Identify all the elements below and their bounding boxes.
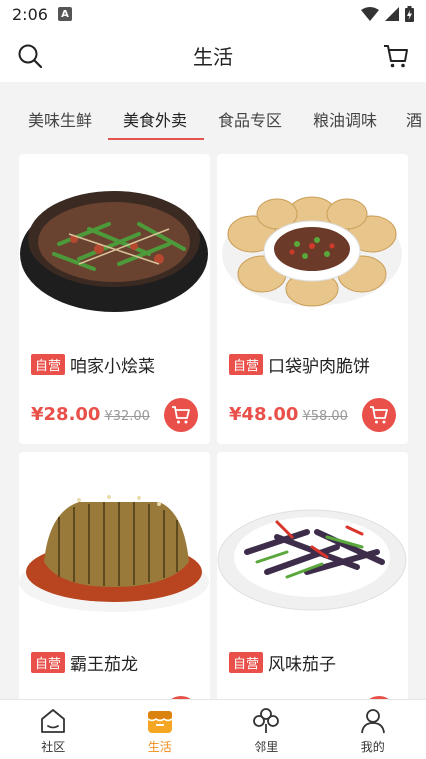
user-icon [360,709,385,734]
cart-icon [384,45,408,68]
self-operated-badge: 自营 [31,652,66,673]
add-to-cart-button[interactable] [362,398,396,432]
product-card[interactable]: 自营 咱家小烩菜 ¥28.00 ¥32.00 [19,154,210,444]
tab-2[interactable]: 食品专区 [218,96,282,142]
status-icons [361,6,414,22]
nav-label: 我的 [360,740,385,754]
price-row: ¥48.00 ¥58.00 [229,404,348,425]
nav-community[interactable]: 社区 [0,700,107,759]
product-title-row: 自营 风味茄子 [229,650,336,675]
product-name: 霸王茄龙 [70,655,139,675]
nav-mine[interactable]: 我的 [320,700,426,759]
original-price: ¥58.00 [302,409,348,424]
product-name: 咱家小烩菜 [70,357,156,377]
self-operated-badge: 自营 [31,354,66,375]
tab-3[interactable]: 粮油调味 [313,96,377,142]
home-icon [41,709,66,733]
tab-1[interactable]: 美食外卖 [123,96,187,142]
product-title-row: 自营 咱家小烩菜 [31,352,155,377]
active-tab-indicator [108,138,204,140]
tab-0[interactable]: 美味生鲜 [28,96,92,142]
tab-4[interactable]: 酒 [406,96,422,142]
product-image [19,452,210,632]
cart-icon [172,406,190,424]
battery-icon [405,6,414,22]
app-header: 生活 [0,28,426,82]
product-price: ¥48.00 [229,404,299,425]
product-title-row: 自营 口袋驴肉脆饼 [229,352,370,377]
cart-button[interactable] [382,42,410,70]
product-image [217,154,408,334]
product-title-row: 自营 霸王茄龙 [31,650,138,675]
product-price: ¥28.00 [31,404,101,425]
search-icon [18,44,43,69]
store-icon [147,711,173,733]
nav-label: 社区 [41,740,66,754]
product-card[interactable]: 自营 口袋驴肉脆饼 ¥48.00 ¥58.00 [217,154,408,444]
search-button[interactable] [16,42,44,70]
self-operated-badge: 自营 [229,354,264,375]
signal-icon [385,7,399,21]
category-tabs: 美味生鲜 美食外卖 食品专区 粮油调味 酒 [0,96,426,146]
product-image [19,154,210,334]
price-row: ¥28.00 ¥32.00 [31,404,150,425]
add-to-cart-button[interactable] [164,398,198,432]
status-bar: 2:06 A [0,0,426,28]
self-operated-badge: 自营 [229,652,264,673]
page-title: 生活 [193,44,233,69]
cart-icon [370,406,388,424]
nav-label: 邻里 [254,740,279,754]
product-name: 口袋驴肉脆饼 [268,357,371,377]
nav-label: 生活 [147,740,172,754]
notification-icon: A [57,7,72,21]
product-image [217,452,408,632]
bottom-nav: 社区 生活 邻里 我的 [0,699,426,759]
original-price: ¥32.00 [104,409,150,424]
product-name: 风味茄子 [268,655,337,675]
clover-icon [253,708,280,733]
status-time: 2:06 [12,4,48,24]
wifi-icon [361,7,379,21]
nav-neighbors[interactable]: 邻里 [213,700,320,759]
nav-life[interactable]: 生活 [107,700,214,759]
